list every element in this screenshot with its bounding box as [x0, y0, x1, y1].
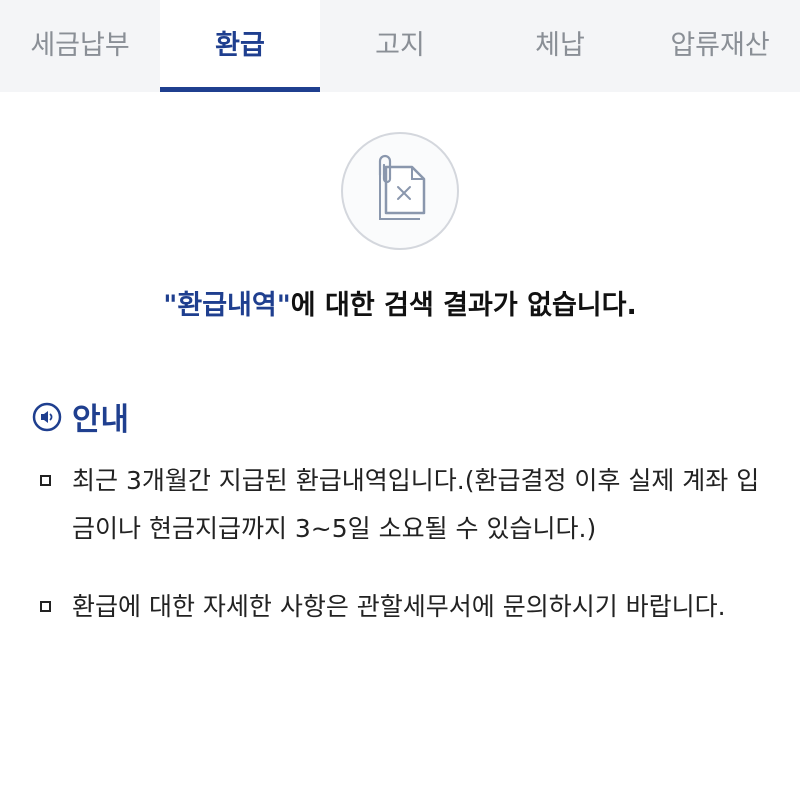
notice-item-text: 환급에 대한 자세한 사항은 관할세무서에 문의하시기 바랍니다. — [72, 592, 726, 621]
notice-list: 최근 3개월간 지급된 환급내역입니다.(환급결정 이후 실제 계좌 입금이나 … — [40, 457, 770, 661]
notice-item-text: 최근 3개월간 지급된 환급내역입니다.(환급결정 이후 실제 계좌 입금이나 … — [72, 466, 760, 543]
tab-bar: 세금납부 환급 고지 체납 압류재산 — [0, 0, 800, 92]
paper-clip-document-x-icon — [340, 131, 460, 251]
tab-tax-payment[interactable]: 세금납부 — [0, 0, 160, 92]
tab-refund[interactable]: 환급 — [160, 0, 320, 92]
speaker-icon — [32, 402, 62, 432]
empty-result-message: "환급내역"에 대한 검색 결과가 없습니다. — [0, 283, 800, 322]
search-keyword: "환급내역" — [163, 290, 291, 321]
notice-header: 안내 — [32, 394, 129, 439]
empty-result-text: 에 대한 검색 결과가 없습니다. — [290, 290, 637, 321]
notice-title: 안내 — [72, 402, 130, 438]
tab-notice-bill[interactable]: 고지 — [320, 0, 480, 92]
square-bullet-icon — [40, 475, 51, 486]
tab-seized-property[interactable]: 압류재산 — [640, 0, 800, 92]
square-bullet-icon — [40, 601, 51, 612]
notice-item: 환급에 대한 자세한 사항은 관할세무서에 문의하시기 바랍니다. — [40, 583, 770, 631]
notice-item: 최근 3개월간 지급된 환급내역입니다.(환급결정 이후 실제 계좌 입금이나 … — [40, 457, 770, 553]
tab-arrears[interactable]: 체납 — [480, 0, 640, 92]
